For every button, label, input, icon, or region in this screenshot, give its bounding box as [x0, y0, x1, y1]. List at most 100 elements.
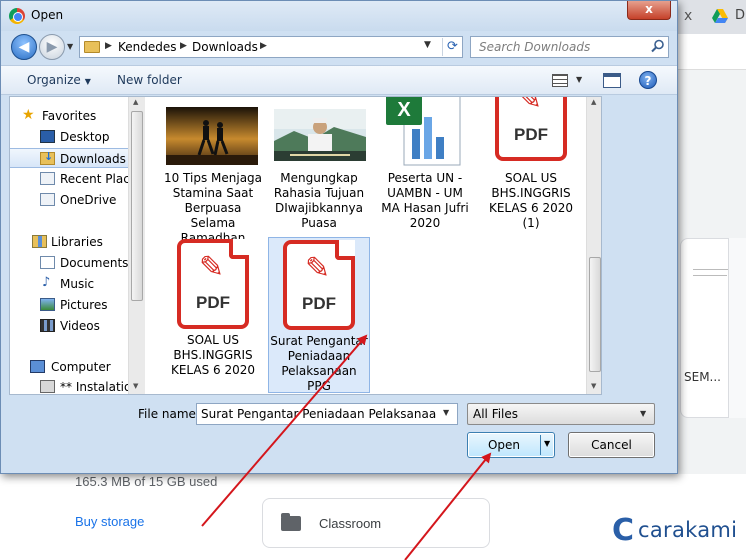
- search-input[interactable]: [471, 37, 647, 57]
- view-options-dropdown-icon[interactable]: ▼: [576, 75, 582, 84]
- folder-icon: [84, 41, 100, 53]
- file-type-value: All Files: [473, 407, 519, 421]
- scrollbar-thumb[interactable]: [589, 257, 601, 372]
- recent-locations-dropdown-icon[interactable]: ▼: [67, 42, 73, 51]
- new-folder-button[interactable]: New folder: [117, 73, 182, 87]
- sidebar-item-label: Downloads: [60, 152, 126, 166]
- folder-icon: [281, 513, 301, 531]
- sidebar-group-label: Favorites: [42, 109, 97, 123]
- search-box[interactable]: [470, 36, 669, 58]
- classroom-folder-label: Classroom: [319, 516, 382, 531]
- sidebar-item-label: OneDrive: [60, 193, 117, 207]
- file-name: Peserta UN - UAMBN - UM MA Hasan Jufri 2…: [381, 171, 469, 230]
- downloads-folder-icon: [40, 150, 55, 165]
- sidebar-item-music[interactable]: ♪ Music: [10, 274, 128, 294]
- command-toolbar: Organize ▼ New folder ▼ ?: [1, 65, 677, 95]
- watermark-logo-mark: C: [612, 513, 635, 548]
- sidebar-item-installation-drive[interactable]: ** Instalation: [10, 377, 128, 394]
- sidebar-item-documents[interactable]: Documents: [10, 253, 128, 273]
- onedrive-icon: [40, 193, 55, 206]
- refresh-icon[interactable]: ⟳: [442, 38, 462, 56]
- excel-file-icon: X: [386, 97, 461, 166]
- tab-close-icon[interactable]: x: [684, 8, 692, 24]
- computer-icon: [30, 360, 45, 373]
- scroll-up-icon[interactable]: ▲: [133, 98, 138, 106]
- help-icon[interactable]: ?: [639, 71, 657, 89]
- file-item[interactable]: ✎ PDF SOAL US BHS.INGGRIS KELAS 6 2020: [162, 237, 264, 393]
- breadcrumb-separator-icon[interactable]: ▶: [180, 41, 187, 51]
- search-icon[interactable]: [651, 39, 665, 53]
- address-history-dropdown-icon[interactable]: ▼: [424, 40, 431, 50]
- file-item[interactable]: Mengungkap Rahasia Tujuan DIwajibkannya …: [268, 97, 370, 245]
- videos-icon: [40, 319, 55, 332]
- pdf-badge: PDF: [514, 125, 548, 144]
- sidebar-item-pictures[interactable]: Pictures: [10, 295, 128, 315]
- pdf-file-icon: ✎ PDF: [177, 239, 249, 329]
- sidebar-group-favorites[interactable]: ★ Favorites: [10, 106, 128, 126]
- sidebar-item-label: Videos: [60, 319, 100, 333]
- back-button[interactable]: ◀: [11, 34, 37, 60]
- file-item[interactable]: ✎ PDF SOAL US BHS.INGGRIS KELAS 6 2020 (…: [480, 96, 582, 245]
- sidebar-item-recent-places[interactable]: Recent Places: [10, 169, 128, 189]
- preview-pane-icon[interactable]: [603, 73, 621, 88]
- chevron-down-icon[interactable]: ▼: [443, 408, 449, 417]
- organize-button[interactable]: Organize ▼: [27, 73, 91, 87]
- scroll-up-icon[interactable]: ▲: [591, 98, 596, 106]
- sidebar-group-computer[interactable]: Computer: [10, 357, 128, 377]
- open-button-label: Open: [487, 438, 521, 452]
- file-item[interactable]: X Peserta UN - UAMBN - UM MA Hasan Jufri…: [374, 97, 476, 245]
- navigation-pane-scrollbar[interactable]: ▲ ▼: [128, 97, 145, 394]
- file-type-select[interactable]: All Files ▼: [467, 403, 655, 425]
- chevron-down-icon: ▼: [640, 409, 647, 418]
- drive-tab-label[interactable]: Drive: [735, 8, 746, 23]
- pdf-badge: PDF: [302, 294, 336, 313]
- breadcrumb-downloads[interactable]: Downloads: [192, 40, 258, 54]
- file-item[interactable]: 10 Tips Menjaga Stamina Saat Berpuasa Se…: [162, 97, 264, 245]
- file-item-selected[interactable]: ✎ PDF Surat Pengantar Peniadaan Pelaksan…: [268, 237, 370, 393]
- breadcrumb-separator-icon[interactable]: ▶: [260, 41, 267, 51]
- close-button[interactable]: x: [627, 1, 671, 20]
- cancel-button[interactable]: Cancel: [568, 432, 655, 458]
- sidebar-item-label: ** Instalation: [60, 380, 128, 394]
- scrollbar-thumb[interactable]: [131, 111, 143, 301]
- drive-file-card-edge: [728, 238, 746, 418]
- dialog-titlebar[interactable]: Open x: [1, 1, 677, 31]
- sidebar-item-downloads[interactable]: Downloads: [10, 148, 128, 168]
- navigation-pane: ★ Favorites Desktop Downloads Recent Pla…: [10, 97, 128, 394]
- breadcrumb-kendedes[interactable]: Kendedes: [118, 40, 177, 54]
- pdf-file-icon: ✎ PDF: [495, 96, 567, 161]
- forward-button[interactable]: ▶: [39, 34, 65, 60]
- open-options-dropdown-icon[interactable]: ▼: [544, 439, 550, 448]
- file-list: 10 Tips Menjaga Stamina Saat Berpuasa Se…: [146, 97, 586, 394]
- breadcrumb-separator-icon[interactable]: ▶: [105, 41, 112, 51]
- documents-icon: [40, 256, 55, 269]
- open-file-dialog: Open x ◀ ▶ ▼ ▶ Kendedes ▶ Downloads ▶ ▼ …: [0, 0, 678, 474]
- acrobat-icon: ✎: [517, 96, 543, 117]
- file-name: SOAL US BHS.INGGRIS KELAS 6 2020 (1): [488, 171, 574, 230]
- google-drive-icon: [712, 9, 728, 23]
- dialog-content: ★ Favorites Desktop Downloads Recent Pla…: [9, 96, 602, 395]
- ustadz-thumbnail: [274, 109, 366, 161]
- sidebar-item-desktop[interactable]: Desktop: [10, 127, 128, 147]
- sidebar-group-label: Libraries: [51, 235, 103, 249]
- file-name: Surat Pengantar Peniadaan Pelaksanaan PP…: [270, 334, 368, 393]
- file-list-scrollbar[interactable]: ▲ ▼: [586, 97, 601, 394]
- classroom-folder-card[interactable]: Classroom: [262, 498, 490, 548]
- file-name-input[interactable]: [197, 404, 437, 424]
- buy-storage-link[interactable]: Buy storage: [75, 514, 144, 529]
- pdf-file-icon: ✎ PDF: [283, 240, 355, 330]
- file-name: SOAL US BHS.INGGRIS KELAS 6 2020: [170, 333, 256, 377]
- sidebar-group-libraries[interactable]: Libraries: [10, 232, 128, 252]
- address-bar[interactable]: ▶ Kendedes ▶ Downloads ▶ ▼ ⟳: [79, 36, 463, 58]
- file-name-combobox[interactable]: ▼: [196, 403, 458, 425]
- pictures-icon: [40, 298, 55, 311]
- scroll-down-icon[interactable]: ▼: [133, 382, 138, 390]
- sidebar-item-label: Documents: [60, 256, 128, 270]
- open-button[interactable]: Open ▼: [467, 432, 555, 458]
- change-view-icon[interactable]: [552, 74, 568, 87]
- drive-file-card-name: SEM...: [684, 370, 721, 384]
- sidebar-item-onedrive[interactable]: OneDrive: [10, 190, 128, 210]
- sidebar-item-videos[interactable]: Videos: [10, 316, 128, 336]
- scroll-down-icon[interactable]: ▼: [591, 382, 596, 390]
- acrobat-icon: ✎: [199, 250, 225, 285]
